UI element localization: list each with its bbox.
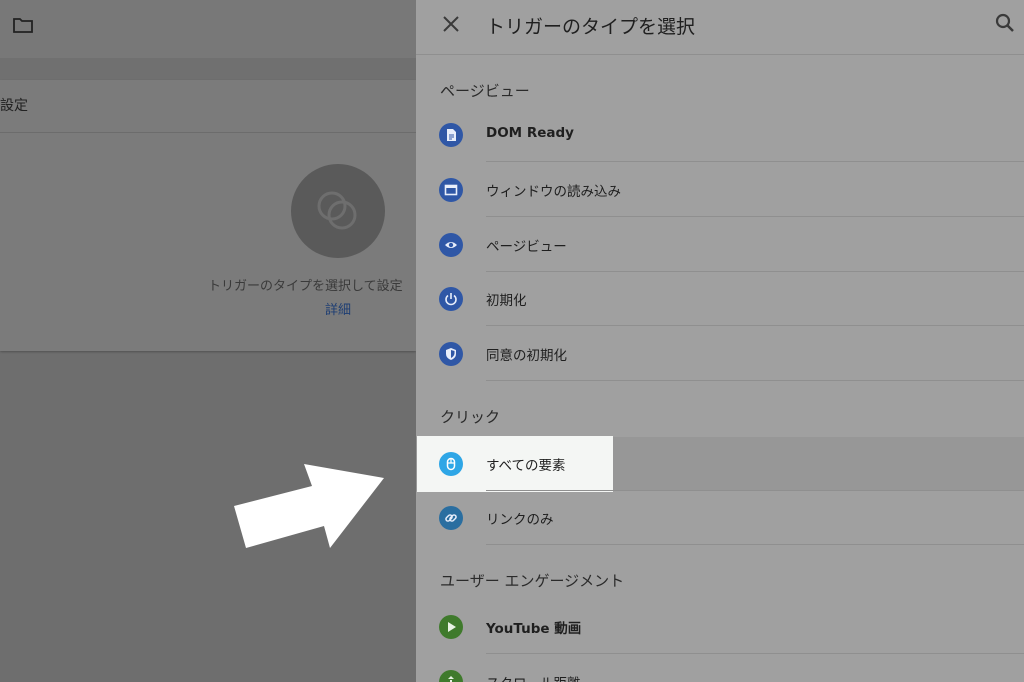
- trigger-item-label: リンクのみ: [486, 512, 554, 528]
- trigger-item-label: ウィンドウの読み込み: [486, 184, 621, 200]
- workspace-topbar: [0, 0, 416, 58]
- trigger-hint-text: トリガーのタイプを選択して設定: [208, 279, 403, 294]
- play-icon: [439, 615, 463, 639]
- section-title-click: クリック: [440, 408, 501, 426]
- trigger-item-label: ページビュー: [486, 239, 567, 255]
- mouse-icon: [439, 452, 463, 476]
- trigger-item-label: すべての要素: [486, 458, 566, 474]
- annotation-arrow: [234, 464, 384, 548]
- section-title-pageview: ページビュー: [440, 82, 530, 100]
- folder-icon[interactable]: [12, 14, 34, 36]
- trigger-item-label: 同意の初期化: [486, 348, 567, 364]
- link-icon: [439, 506, 463, 530]
- card-divider: [0, 132, 416, 133]
- trigger-item-consent-initialization[interactable]: 同意の初期化: [416, 327, 1024, 381]
- trigger-item-youtube-video[interactable]: YouTube 動画: [416, 600, 1024, 654]
- document-icon: [439, 123, 463, 147]
- trigger-placeholder-icon[interactable]: [291, 164, 385, 258]
- shield-icon: [439, 342, 463, 366]
- trigger-item-window-loaded[interactable]: ウィンドウの読み込み: [416, 163, 1024, 217]
- trigger-item-label: DOM Ready: [486, 125, 574, 141]
- eye-icon: [439, 233, 463, 257]
- learn-more-link[interactable]: 詳細: [325, 299, 351, 318]
- panel-header: トリガーのタイプを選択: [416, 0, 1024, 55]
- trigger-item-label: スクロール距離: [486, 672, 581, 682]
- trigger-item-initialization[interactable]: 初期化: [416, 272, 1024, 326]
- workspace-strip: [0, 58, 416, 80]
- trigger-item-links-only[interactable]: リンクのみ: [416, 491, 1024, 545]
- trigger-item-all-elements[interactable]: すべての要素: [416, 436, 1024, 492]
- panel-title: トリガーのタイプを選択: [486, 16, 696, 38]
- power-icon: [439, 287, 463, 311]
- close-icon[interactable]: [441, 14, 461, 34]
- window-icon: [439, 178, 463, 202]
- scroll-icon: [439, 670, 463, 682]
- trigger-item-scroll-depth[interactable]: スクロール距離: [416, 655, 1024, 682]
- search-icon[interactable]: [994, 12, 1016, 34]
- trigger-item-label: 初期化: [486, 293, 527, 309]
- trigger-item-label: YouTube 動画: [486, 621, 582, 637]
- card-title: 設定: [0, 98, 28, 114]
- trigger-item-page-view[interactable]: ページビュー: [416, 218, 1024, 272]
- trigger-item-dom-ready[interactable]: DOM Ready: [416, 108, 1024, 162]
- trigger-type-panel: トリガーのタイプを選択 ページビュー DOM Ready ウィンドウの読み込み …: [416, 0, 1024, 682]
- section-title-user-engagement: ユーザー エンゲージメント: [440, 572, 625, 590]
